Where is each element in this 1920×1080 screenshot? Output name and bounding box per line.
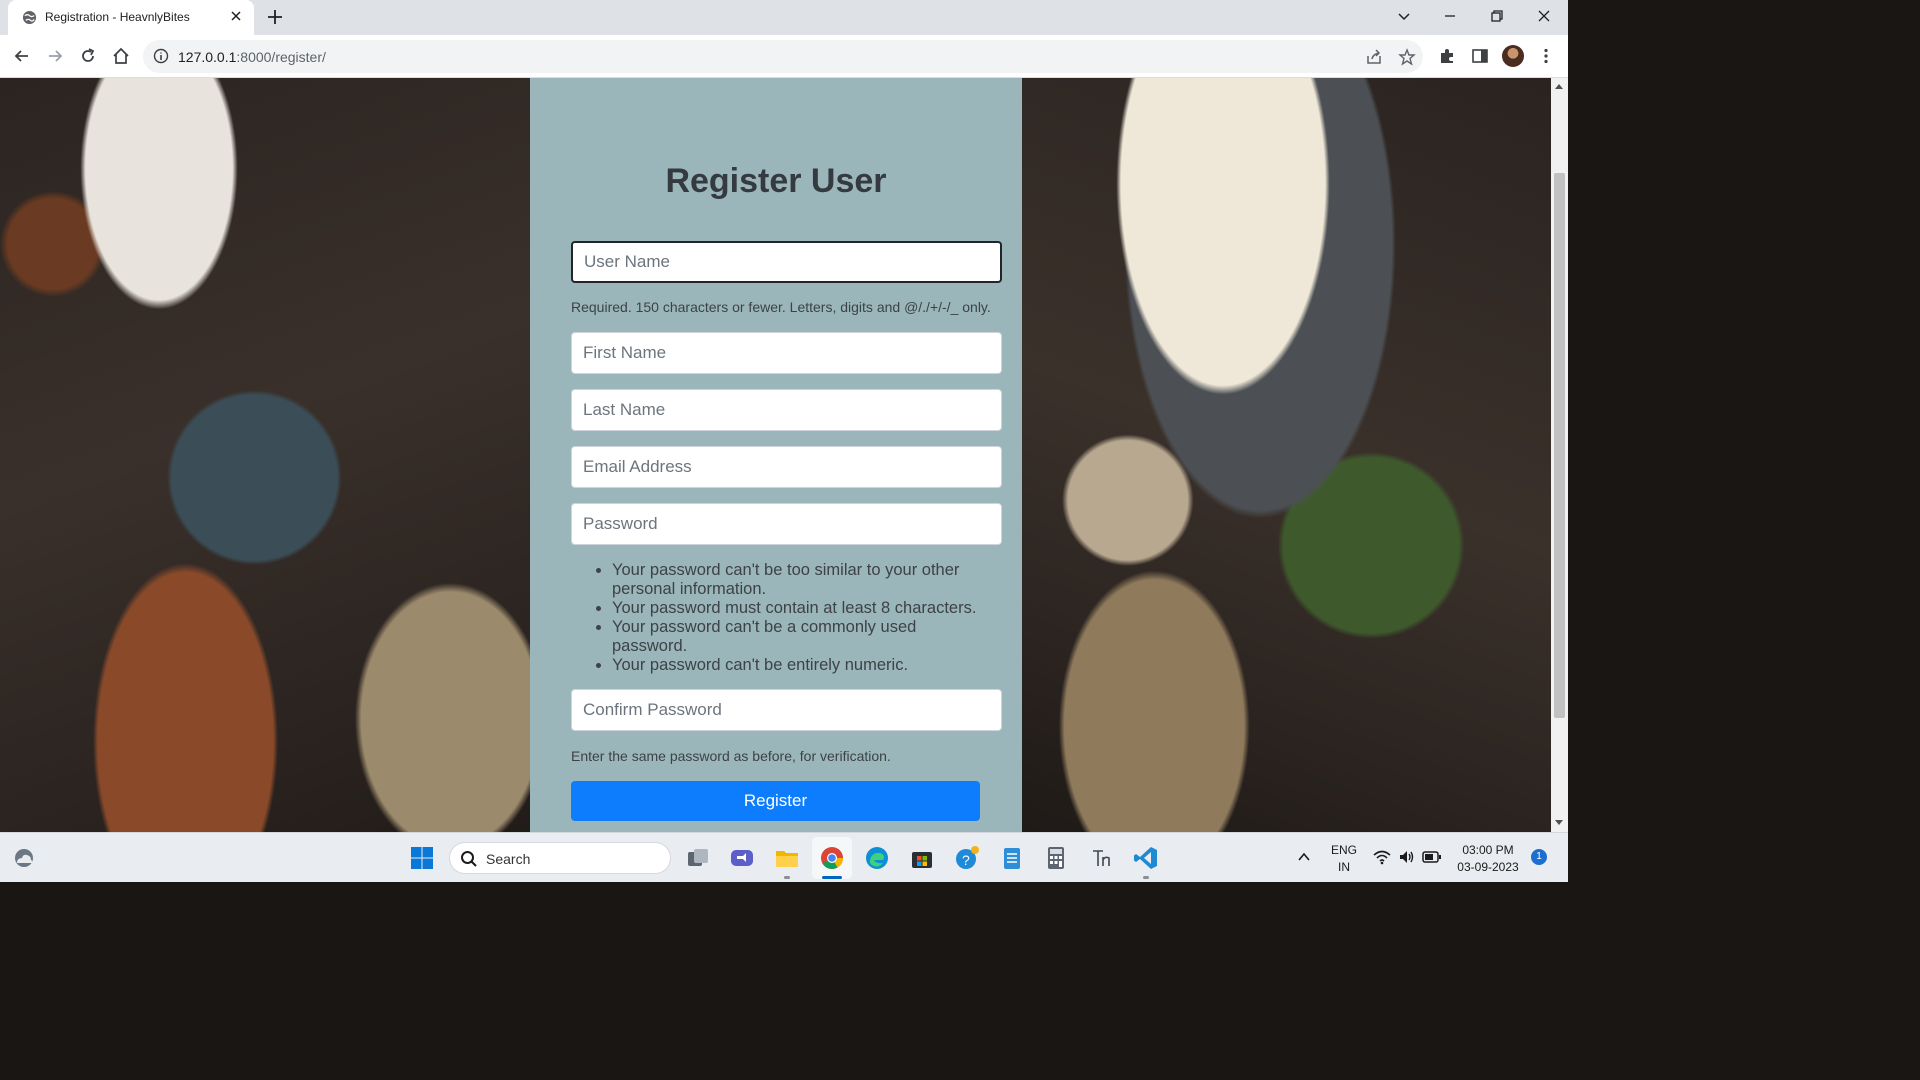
taskbar-search[interactable]: Search (449, 842, 671, 874)
reload-icon[interactable] (78, 46, 98, 66)
volume-icon[interactable] (1398, 849, 1416, 865)
page-title: Register User (665, 162, 887, 200)
teams-chat-icon[interactable] (729, 845, 755, 871)
close-window-icon[interactable] (1536, 8, 1552, 24)
running-indicator-active (822, 876, 842, 879)
task-view-icon[interactable] (685, 845, 711, 871)
clock[interactable]: 03:00 PM 03-09-2023 (1452, 843, 1524, 874)
browser-tab[interactable]: Registration - HeavnlyBites (8, 0, 254, 35)
username-help-text: Required. 150 characters or fewer. Lette… (571, 299, 991, 315)
food-background-right (1022, 78, 1551, 832)
svg-text:?: ? (962, 852, 970, 868)
new-tab-icon[interactable] (266, 8, 284, 26)
weather-cloud-icon[interactable] (12, 847, 36, 869)
address-bar[interactable]: 127.0.0.1:8000/register/ (143, 40, 1423, 73)
tab-search-chevron-icon[interactable] (1396, 8, 1412, 24)
language-indicator[interactable]: ENG IN (1328, 843, 1360, 874)
language-code: ENG (1330, 843, 1357, 857)
windows-taskbar: Search ? ENG IN 03:00 PM 03-09-2023 1 (0, 832, 1568, 882)
last-name-input[interactable] (571, 389, 1002, 431)
registration-form-panel: Register User Required. 150 characters o… (530, 78, 1022, 832)
notification-badge[interactable]: 1 (1531, 849, 1547, 865)
register-button[interactable]: Register (571, 781, 980, 821)
profile-avatar[interactable] (1502, 45, 1524, 67)
vscode-icon[interactable] (1133, 845, 1159, 871)
scroll-down-arrow-icon[interactable] (1555, 820, 1563, 825)
confirm-password-help-text: Enter the same password as before, for v… (571, 748, 891, 764)
password-rule: Your password can't be a commonly used p… (612, 618, 992, 656)
extensions-puzzle-icon[interactable] (1438, 47, 1456, 65)
notepad-icon[interactable] (999, 845, 1025, 871)
show-hidden-icons-chevron-icon[interactable] (1296, 849, 1312, 865)
more-menu-icon[interactable] (1537, 47, 1555, 65)
minimize-icon[interactable] (1442, 8, 1458, 24)
running-indicator (784, 876, 790, 879)
wifi-icon[interactable] (1373, 849, 1391, 865)
tab-strip: Registration - HeavnlyBites (0, 0, 1568, 35)
search-label: Search (486, 851, 531, 867)
browser-toolbar: 127.0.0.1:8000/register/ (0, 35, 1568, 78)
page-scrollbar[interactable] (1551, 78, 1568, 832)
scrollbar-thumb[interactable] (1554, 173, 1565, 718)
share-icon[interactable] (1365, 48, 1383, 66)
password-rules-list: Your password can't be too similar to yo… (612, 561, 992, 675)
confirm-password-input[interactable] (571, 689, 1002, 731)
edge-icon[interactable] (864, 845, 890, 871)
first-name-input[interactable] (571, 332, 1002, 374)
url-path: :8000/register/ (236, 49, 326, 65)
battery-icon[interactable] (1422, 850, 1442, 864)
get-help-icon[interactable]: ? (954, 845, 980, 871)
tab-title: Registration - HeavnlyBites (45, 10, 190, 24)
url-host: 127.0.0.1 (178, 49, 237, 65)
close-tab-icon[interactable] (228, 8, 244, 24)
password-rule: Your password must contain at least 8 ch… (612, 599, 992, 618)
running-indicator (1143, 876, 1149, 879)
restore-icon[interactable] (1489, 8, 1505, 24)
region-code: IN (1338, 860, 1350, 874)
microsoft-store-icon[interactable] (909, 845, 935, 871)
back-arrow-icon[interactable] (12, 46, 32, 66)
home-icon[interactable] (111, 46, 131, 66)
windows-start-icon[interactable] (409, 845, 435, 871)
password-input[interactable] (571, 503, 1002, 545)
bookmark-star-icon[interactable] (1398, 48, 1416, 66)
password-rule: Your password can't be too similar to yo… (612, 561, 992, 599)
search-icon (461, 851, 477, 867)
site-info-icon[interactable] (153, 48, 169, 64)
password-rule: Your password can't be entirely numeric. (612, 656, 992, 675)
side-panel-icon[interactable] (1471, 47, 1489, 65)
file-explorer-icon[interactable] (774, 845, 800, 871)
calculator-icon[interactable] (1043, 845, 1069, 871)
forward-arrow-icon[interactable] (45, 46, 65, 66)
clock-date: 03-09-2023 (1457, 860, 1519, 874)
text-app-icon[interactable] (1088, 845, 1114, 871)
globe-icon (22, 10, 37, 25)
food-background-left (0, 78, 530, 832)
url-text: 127.0.0.1:8000/register/ (178, 49, 326, 65)
chrome-icon[interactable] (819, 845, 845, 871)
page-viewport: Register User Required. 150 characters o… (0, 78, 1551, 832)
clock-time: 03:00 PM (1462, 843, 1514, 857)
email-input[interactable] (571, 446, 1002, 488)
username-input[interactable] (571, 241, 1002, 283)
scroll-up-arrow-icon[interactable] (1555, 84, 1563, 89)
